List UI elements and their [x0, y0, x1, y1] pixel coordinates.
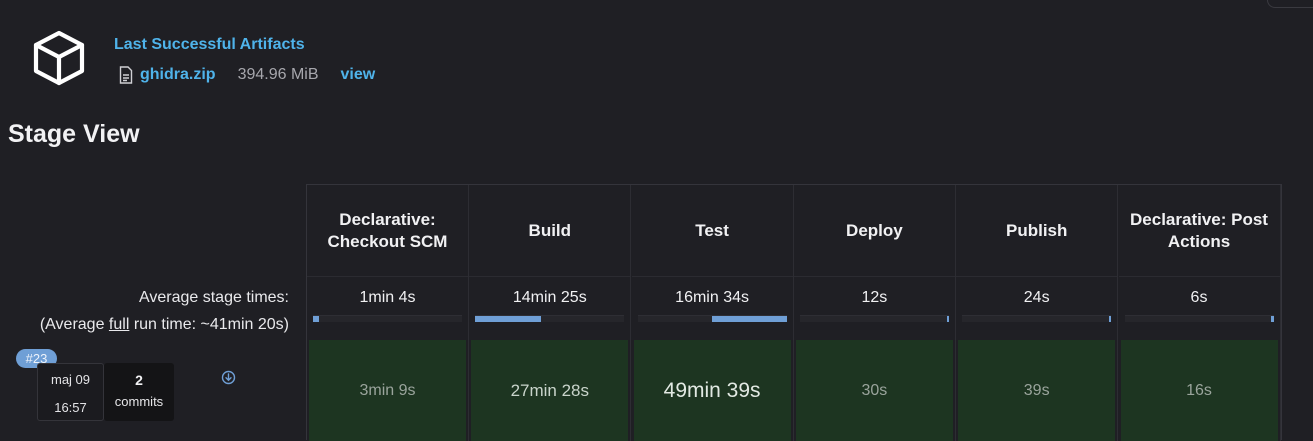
stage-header: Build [528, 220, 572, 240]
average-stage-times-label: Average stage times: (Average full run t… [9, 284, 289, 338]
artifact-file-link[interactable]: ghidra.zip [140, 66, 216, 84]
stage-column: Test 16min 34s 49min 39s [631, 185, 794, 441]
stage-average: 16min 34s [631, 276, 793, 341]
stage-column: Build 14min 25s 27min 28s [469, 185, 632, 441]
stage-header: Declarative: Post Actions [1130, 209, 1268, 251]
build-date: maj 09 [50, 372, 91, 387]
stage-average-fill [313, 316, 319, 322]
stage-average-fill [712, 316, 787, 322]
stage-average: 24s [956, 276, 1118, 341]
stage-average-fill [475, 316, 541, 322]
stage-grid: Declarative: Checkout SCM 1min 4s 3min 9… [306, 184, 1282, 441]
full-run-link[interactable]: full [109, 316, 129, 333]
artifact-view-link[interactable]: view [341, 66, 376, 84]
stage-run-cell[interactable]: 39s [958, 340, 1116, 441]
stage-run-cell[interactable]: 27min 28s [471, 340, 629, 441]
stage-run-cell[interactable]: 49min 39s [633, 340, 791, 441]
average-run-time-text: (Average full run time: ~41min 20s) [39, 316, 289, 333]
build-commits-box[interactable]: 2 commits [104, 363, 174, 421]
package-box-icon [33, 30, 85, 86]
stage-header: Deploy [846, 220, 903, 240]
stage-average-time: 16min 34s [675, 289, 749, 306]
stage-run-cell[interactable]: 16s [1120, 340, 1278, 441]
stage-average-time: 24s [1023, 289, 1050, 306]
artifact-row: ghidra.zip 394.96 MiB view [119, 64, 375, 86]
stage-average-bar [962, 315, 1112, 322]
stage-run-cell[interactable]: 30s [795, 340, 953, 441]
stage-header: Declarative: Checkout SCM [327, 209, 448, 251]
stage-column: Deploy 12s 30s [793, 185, 956, 441]
stage-average-bar [637, 315, 787, 322]
stage-average-time: 6s [1190, 289, 1208, 306]
top-right-frame [1267, 0, 1313, 8]
stage-column: Publish 24s 39s [956, 185, 1119, 441]
stage-view-title: Stage View [8, 120, 140, 148]
stage-average-time: 12s [861, 289, 888, 306]
stage-average-time: 1min 4s [359, 289, 416, 306]
commits-label: commits [114, 394, 164, 409]
stage-average-bar [313, 315, 462, 322]
download-circle-icon[interactable] [221, 370, 236, 385]
stage-average: 14min 25s [469, 276, 631, 341]
stage-average: 12s [793, 276, 955, 341]
build-date-box: maj 09 16:57 [37, 363, 104, 421]
artifact-file-size: 394.96 MiB [237, 66, 319, 83]
stage-average: 1min 4s [307, 276, 468, 341]
stage-average-fill [1108, 316, 1112, 322]
stage-average-time: 14min 25s [512, 289, 587, 306]
stage-column: Declarative: Checkout SCM 1min 4s 3min 9… [307, 185, 469, 441]
stage-run-cell[interactable]: 3min 9s [309, 340, 466, 441]
stage-average-bar [475, 315, 625, 322]
stage-average: 6s [1118, 276, 1280, 341]
stage-header: Test [695, 220, 729, 240]
stage-header: Publish [1005, 220, 1068, 240]
stage-column: Declarative: Post Actions 6s 16s [1118, 185, 1281, 441]
document-icon [119, 66, 133, 84]
stage-average-bar [1124, 315, 1274, 322]
build-time: 16:57 [54, 400, 87, 415]
commits-count: 2 [135, 372, 143, 388]
average-stage-times-text: Average stage times: [138, 289, 289, 306]
stage-average-fill [1271, 316, 1274, 322]
last-successful-artifacts-link[interactable]: Last Successful Artifacts [114, 36, 305, 54]
stage-average-fill [946, 316, 949, 322]
stage-average-bar [799, 315, 949, 322]
